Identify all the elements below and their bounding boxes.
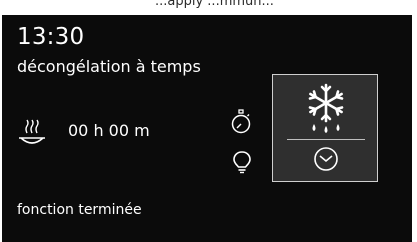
top-strip: ...apply ...mmun... <box>0 0 417 15</box>
clock-time[interactable]: 13:30 <box>17 24 84 50</box>
status-text: fonction terminée <box>17 202 142 218</box>
stopwatch-icon[interactable] <box>230 109 252 135</box>
mode-label: décongélation à temps <box>17 57 201 76</box>
clock-icon <box>314 147 338 171</box>
oven-display: 13:30 décongélation à temps 00 h 00 m fo… <box>2 15 412 242</box>
function-panel[interactable] <box>272 74 378 182</box>
duration-value[interactable]: 00 h 00 m <box>68 121 150 140</box>
cropped-text: ...apply ...mmun... <box>155 0 274 9</box>
light-bulb-icon[interactable] <box>232 150 252 174</box>
panel-divider <box>287 139 365 140</box>
snowflake-defrost-icon <box>308 83 344 133</box>
steam-dish-icon <box>19 119 45 144</box>
